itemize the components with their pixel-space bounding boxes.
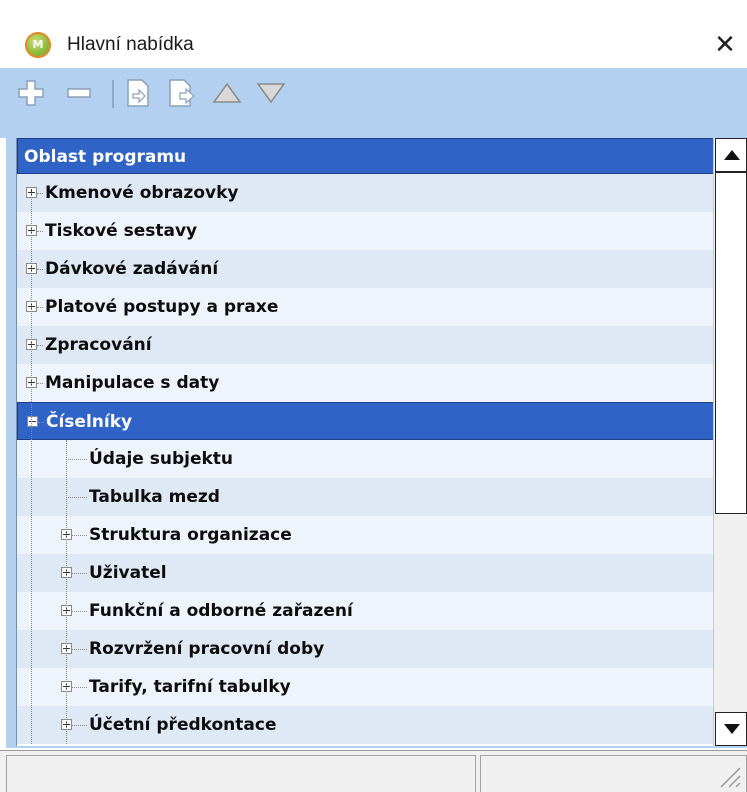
remove-button[interactable]: [62, 76, 96, 110]
tree-connector: [37, 269, 43, 270]
move-down-button[interactable]: [254, 76, 288, 110]
tree-item-label: Tarify, tarifní tabulky: [89, 677, 291, 697]
scroll-up-button[interactable]: [715, 138, 747, 172]
move-down-icon: [256, 83, 286, 104]
tree-connector: [37, 231, 43, 232]
tree-spine-level0: [31, 193, 32, 744]
window-title: Hlavní nabídka: [67, 34, 194, 55]
insert-before-icon: [127, 79, 149, 107]
toolbar-gap: [0, 124, 747, 138]
tree-connector: [37, 193, 43, 194]
tree-item[interactable]: Dávkové zadávání: [17, 250, 714, 288]
tree-connector: [72, 687, 87, 688]
title-bar: Hlavní nabídka ✕: [0, 6, 747, 68]
status-pane-right: [480, 755, 747, 792]
tree-subitem[interactable]: Tarify, tarifní tabulky: [17, 668, 714, 706]
add-icon: [18, 80, 44, 106]
tree-connector: [37, 307, 43, 308]
tree-item[interactable]: Tiskové sestavy: [17, 212, 714, 250]
status-pane-left: [6, 755, 476, 792]
insert-before-button[interactable]: [120, 76, 154, 110]
tree-item-label: Tiskové sestavy: [45, 221, 198, 241]
toolbar-separator: [112, 80, 114, 108]
tree-connector: [66, 497, 87, 498]
tree-connector: [66, 459, 87, 460]
tree-item-label: Účetní předkontace: [89, 715, 277, 735]
tree-connector: [72, 611, 87, 612]
vertical-scrollbar[interactable]: [713, 138, 747, 746]
tree-item[interactable]: Číselníky: [17, 402, 714, 440]
add-button[interactable]: [14, 76, 48, 110]
tree-spine-level1: [66, 440, 67, 744]
move-up-button[interactable]: [210, 76, 244, 110]
scroll-thumb[interactable]: [715, 172, 747, 514]
tree-item[interactable]: Platové postupy a praxe: [17, 288, 714, 326]
tree-item[interactable]: Zpracování: [17, 326, 714, 364]
toolbar: [0, 68, 747, 124]
insert-after-icon: [169, 79, 195, 107]
tree-item-label: Číselníky: [46, 412, 133, 432]
tree-connector: [72, 725, 87, 726]
collapse-icon[interactable]: [27, 416, 38, 427]
tree-item[interactable]: Kmenové obrazovky: [17, 174, 714, 212]
tree-connector: [72, 573, 87, 574]
app-logo-icon: [25, 32, 51, 58]
tree-item-label: Manipulace s daty: [45, 373, 220, 393]
tree-connector: [38, 422, 44, 423]
tree-item-label: Struktura organizace: [89, 525, 292, 545]
tree-item-label: Dávkové zadávání: [45, 259, 219, 279]
tree-connector: [72, 535, 87, 536]
tree-item-label: Funkční a odborné zařazení: [89, 601, 353, 621]
tree-subitem[interactable]: Rozvržení pracovní doby: [17, 630, 714, 668]
tree-subitem[interactable]: Funkční a odborné zařazení: [17, 592, 714, 630]
tree-connector: [72, 649, 87, 650]
insert-after-button[interactable]: [164, 76, 198, 110]
tree-subitem[interactable]: Tabulka mezd: [17, 478, 714, 516]
move-up-icon: [212, 82, 242, 103]
remove-icon: [67, 88, 91, 98]
tree-item-label: Platové postupy a praxe: [45, 297, 279, 317]
scroll-down-button[interactable]: [715, 712, 747, 746]
tree-subitem[interactable]: Uživatel: [17, 554, 714, 592]
tree-item[interactable]: Manipulace s daty: [17, 364, 714, 402]
tree-item-label: Zpracování: [45, 335, 152, 355]
tree-view[interactable]: Oblast programu Kmenové obrazovky Tiskové…: [16, 138, 714, 746]
tree-item-label: Údaje subjektu: [89, 449, 234, 469]
tree-subitem[interactable]: Struktura organizace: [17, 516, 714, 554]
resize-grip-icon[interactable]: [715, 762, 741, 788]
tree-subitem[interactable]: Údaje subjektu: [17, 440, 714, 478]
close-button[interactable]: ✕: [708, 28, 742, 62]
tree-connector: [37, 345, 43, 346]
tree-connector: [37, 383, 43, 384]
status-bar: [0, 750, 747, 792]
tree-subitem[interactable]: Účetní předkontace: [17, 706, 714, 744]
tree-item-label: Rozvržení pracovní doby: [89, 639, 325, 659]
tree-header[interactable]: Oblast programu: [17, 138, 714, 174]
tree-item-label: Tabulka mezd: [89, 487, 220, 507]
tree-item-label: Uživatel: [89, 563, 167, 583]
tree-item-label: Kmenové obrazovky: [45, 183, 239, 203]
